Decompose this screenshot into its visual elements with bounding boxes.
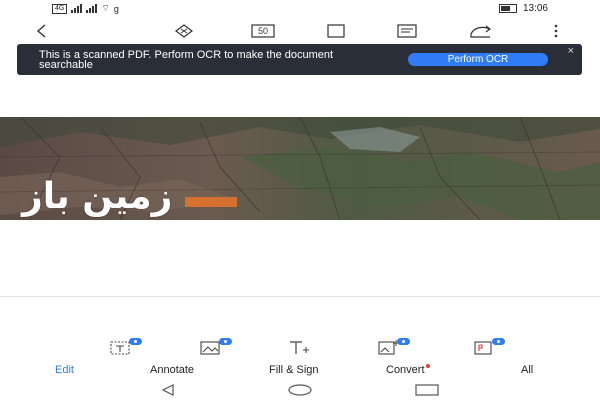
document-caption: زمین باز: [22, 176, 173, 217]
crop-icon[interactable]: [322, 20, 350, 42]
battery-icon: [498, 4, 517, 13]
pdf-convert-icon[interactable]: [473, 338, 505, 357]
notification-dot: [425, 364, 430, 368]
new-badge-dot: [397, 338, 410, 345]
nav-recents-icon[interactable]: [415, 383, 439, 401]
close-icon[interactable]: ×: [568, 45, 574, 57]
ocr-message: This is a scanned PDF. Perform OCR to ma…: [39, 49, 334, 71]
tab-fill-sign[interactable]: Fill & Sign: [269, 364, 319, 376]
document-image: زمین باز: [0, 117, 600, 220]
network-badge: 4G: [52, 3, 68, 14]
back-icon[interactable]: [28, 20, 56, 42]
new-badge-dot: [492, 338, 505, 345]
tab-annotate[interactable]: Annotate: [150, 364, 194, 376]
clock: 13:06: [522, 3, 548, 14]
network-label: g: [113, 3, 119, 14]
outline-icon[interactable]: [170, 20, 198, 42]
add-image-icon[interactable]: [378, 338, 410, 357]
navigation-bar: [0, 380, 600, 400]
status-bar: 4G ⌔ g 13:06: [0, 0, 600, 18]
new-badge-dot: [219, 338, 232, 345]
nav-home-icon[interactable]: [287, 383, 313, 401]
add-text-icon[interactable]: [288, 339, 310, 357]
edit-image-icon[interactable]: [200, 338, 232, 357]
new-badge-dot: [129, 338, 142, 345]
tab-bar: Edit Annotate Fill & Sign Convert All: [0, 362, 600, 378]
reader-mode-icon[interactable]: [393, 20, 421, 42]
edit-text-icon[interactable]: [110, 338, 142, 357]
wifi-icon: ⌔: [101, 3, 110, 13]
more-icon[interactable]: [542, 20, 570, 42]
perform-ocr-button[interactable]: Perform OCR: [408, 53, 548, 66]
tab-edit[interactable]: Edit: [55, 364, 74, 376]
status-right: 13:06: [498, 3, 548, 14]
tab-all[interactable]: All: [521, 364, 533, 376]
page-view-label: 50: [257, 26, 268, 36]
signal-icon-2: [86, 4, 98, 13]
tool-icons-row: [0, 338, 600, 359]
page-view-icon[interactable]: 50: [249, 20, 277, 42]
share-icon[interactable]: [467, 20, 495, 42]
tab-convert-label: Convert: [386, 364, 425, 376]
top-toolbar: 50: [0, 18, 600, 44]
signal-icon: [71, 4, 83, 13]
nav-back-icon[interactable]: [161, 383, 175, 401]
page-divider: [0, 296, 600, 297]
ocr-banner: This is a scanned PDF. Perform OCR to ma…: [17, 44, 582, 75]
tab-convert[interactable]: Convert: [386, 364, 430, 376]
status-left: 4G ⌔ g: [52, 3, 119, 14]
